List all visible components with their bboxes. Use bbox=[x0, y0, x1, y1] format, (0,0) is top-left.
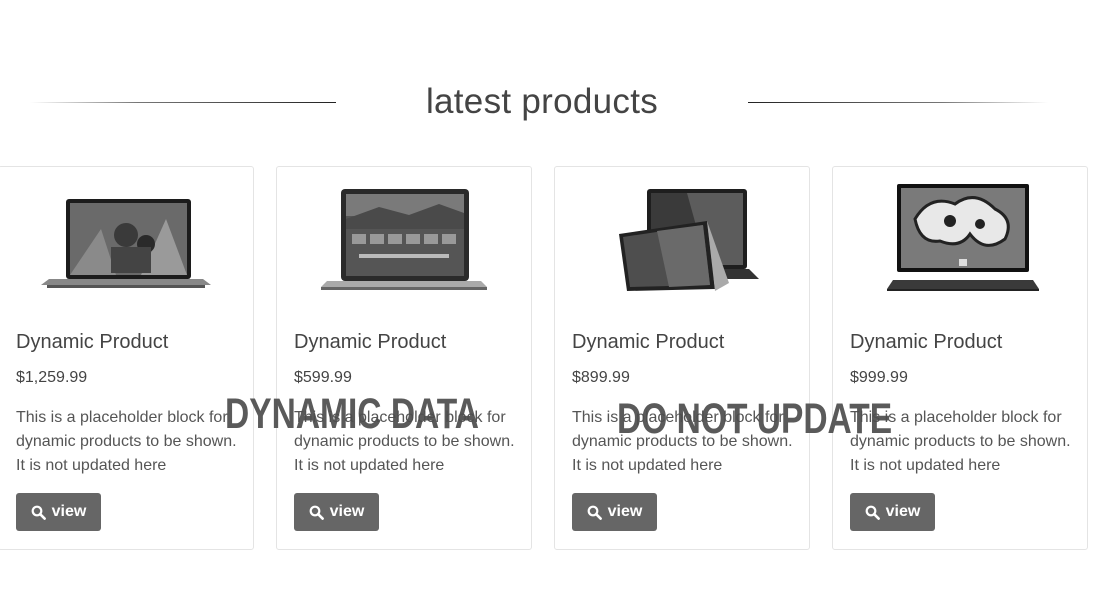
view-button[interactable]: view bbox=[850, 493, 935, 531]
product-image[interactable] bbox=[555, 179, 809, 305]
laptop-icon bbox=[41, 199, 211, 288]
product-card: Dynamic Product $899.99 This is a placeh… bbox=[554, 166, 810, 550]
product-image[interactable] bbox=[0, 179, 253, 305]
view-button[interactable]: view bbox=[294, 493, 379, 531]
product-description: This is a placeholder block for dynamic … bbox=[850, 409, 1071, 474]
view-button-label: view bbox=[51, 503, 87, 520]
product-card: Dynamic Product $599.99 This is a placeh… bbox=[276, 166, 532, 550]
product-price: $599.99 bbox=[294, 369, 352, 386]
product-image[interactable] bbox=[833, 179, 1087, 305]
view-button-label: view bbox=[329, 503, 365, 520]
product-name[interactable]: Dynamic Product bbox=[294, 331, 446, 354]
product-price: $999.99 bbox=[850, 369, 908, 386]
product-description: This is a placeholder block for dynamic … bbox=[572, 409, 793, 474]
view-button[interactable]: view bbox=[16, 493, 101, 531]
view-button[interactable]: view bbox=[572, 493, 657, 531]
section-header: latest products bbox=[0, 78, 1100, 128]
search-icon bbox=[309, 505, 324, 520]
product-price: $1,259.99 bbox=[16, 369, 88, 386]
search-icon bbox=[587, 505, 602, 520]
product-card: Dynamic Product $1,259.99 This is a plac… bbox=[0, 166, 254, 550]
product-description: This is a placeholder block for dynamic … bbox=[294, 409, 515, 474]
product-name[interactable]: Dynamic Product bbox=[16, 331, 168, 354]
search-icon bbox=[31, 505, 46, 520]
right-divider bbox=[748, 102, 1048, 103]
laptop-icon bbox=[321, 189, 487, 290]
search-icon bbox=[865, 505, 880, 520]
product-description: This is a placeholder block for dynamic … bbox=[16, 409, 237, 474]
view-button-label: view bbox=[885, 503, 921, 520]
product-image[interactable] bbox=[277, 179, 531, 305]
product-name[interactable]: Dynamic Product bbox=[572, 331, 724, 354]
product-name[interactable]: Dynamic Product bbox=[850, 331, 1002, 354]
tablet-keyboard-icon bbox=[887, 184, 1039, 291]
section-title: latest products bbox=[425, 82, 659, 121]
product-grid: Dynamic Product $1,259.99 This is a plac… bbox=[0, 166, 1100, 552]
view-button-label: view bbox=[607, 503, 643, 520]
left-divider bbox=[30, 102, 336, 103]
product-card: Dynamic Product $999.99 This is a placeh… bbox=[832, 166, 1088, 550]
product-price: $899.99 bbox=[572, 369, 630, 386]
convertible-laptop-icon bbox=[619, 189, 759, 291]
